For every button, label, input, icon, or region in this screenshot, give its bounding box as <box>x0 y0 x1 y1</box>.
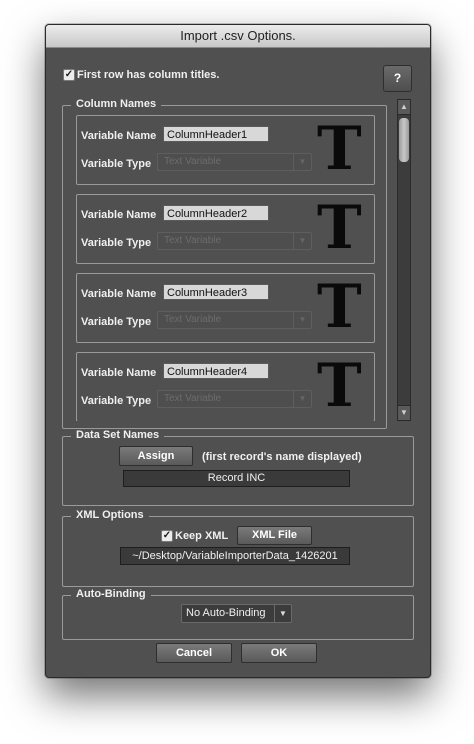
variable-name-field-1[interactable]: ColumnHeader1 <box>163 126 269 142</box>
variable-name-label: Variable Name <box>81 288 157 300</box>
import-csv-dialog: Import .csv Options. ✓ First row has col… <box>45 24 431 678</box>
variable-name-label: Variable Name <box>81 130 157 142</box>
first-row-label: First row has column titles. <box>77 69 220 81</box>
variable-type-select-1[interactable]: Text Variable ▼ <box>157 153 312 171</box>
scroll-up-arrow-icon[interactable]: ▲ <box>398 100 410 115</box>
xml-path-field[interactable]: ~/Desktop/VariableImporterData_1426201 <box>120 547 350 565</box>
first-row-checkbox[interactable]: ✓ <box>63 69 75 81</box>
chevron-down-icon: ▼ <box>293 233 311 249</box>
variable-type-value: Text Variable <box>164 314 222 325</box>
help-button[interactable]: ? <box>383 65 412 92</box>
variable-name-field-4[interactable]: ColumnHeader4 <box>163 363 269 379</box>
xml-options-title: XML Options <box>71 509 149 521</box>
text-type-icon: T <box>317 193 362 263</box>
column-names-title: Column Names <box>71 98 162 110</box>
variable-type-value: Text Variable <box>164 393 222 404</box>
auto-binding-value: No Auto-Binding <box>186 607 266 619</box>
window-title: Import .csv Options. <box>46 25 430 48</box>
variable-type-label: Variable Type <box>81 395 152 407</box>
column-item-1: Variable Name ColumnHeader1 Variable Typ… <box>76 115 375 185</box>
text-type-icon: T <box>317 114 362 184</box>
cancel-button[interactable]: Cancel <box>156 643 232 663</box>
column-item-3: Variable Name ColumnHeader3 Variable Typ… <box>76 273 375 343</box>
scroll-thumb[interactable] <box>399 118 409 162</box>
text-type-icon: T <box>317 272 362 342</box>
chevron-down-icon: ▼ <box>293 312 311 328</box>
scroll-down-arrow-icon[interactable]: ▼ <box>398 405 410 420</box>
column-item-2: Variable Name ColumnHeader2 Variable Typ… <box>76 194 375 264</box>
variable-type-label: Variable Type <box>81 316 152 328</box>
auto-binding-select[interactable]: No Auto-Binding ▼ <box>181 604 292 623</box>
variable-type-label: Variable Type <box>81 237 152 249</box>
auto-binding-title: Auto-Binding <box>71 588 151 600</box>
text-type-icon: T <box>317 351 362 421</box>
variable-type-value: Text Variable <box>164 235 222 246</box>
chevron-down-icon: ▼ <box>293 154 311 170</box>
variable-name-label: Variable Name <box>81 367 157 379</box>
column-list: Variable Name ColumnHeader1 Variable Typ… <box>63 112 397 421</box>
keep-xml-checkbox[interactable]: ✓ <box>161 530 173 542</box>
variable-type-select-3[interactable]: Text Variable ▼ <box>157 311 312 329</box>
record-name-display: Record INC <box>123 470 350 487</box>
xml-file-button[interactable]: XML File <box>237 526 312 545</box>
variable-name-field-2[interactable]: ColumnHeader2 <box>163 205 269 221</box>
keep-xml-label: Keep XML <box>175 530 229 542</box>
column-list-scrollbar[interactable]: ▲ ▼ <box>397 99 411 421</box>
ok-button[interactable]: OK <box>241 643 317 663</box>
variable-name-field-3[interactable]: ColumnHeader3 <box>163 284 269 300</box>
variable-type-value: Text Variable <box>164 156 222 167</box>
variable-type-select-2[interactable]: Text Variable ▼ <box>157 232 312 250</box>
variable-type-select-4[interactable]: Text Variable ▼ <box>157 390 312 408</box>
chevron-down-icon: ▼ <box>274 605 291 622</box>
variable-name-label: Variable Name <box>81 209 157 221</box>
record-name-note: (first record's name displayed) <box>202 451 362 463</box>
chevron-down-icon: ▼ <box>293 391 311 407</box>
column-item-4: Variable Name ColumnHeader4 Variable Typ… <box>76 352 375 421</box>
assign-button[interactable]: Assign <box>119 446 193 466</box>
variable-type-label: Variable Type <box>81 158 152 170</box>
data-set-names-title: Data Set Names <box>71 429 165 441</box>
